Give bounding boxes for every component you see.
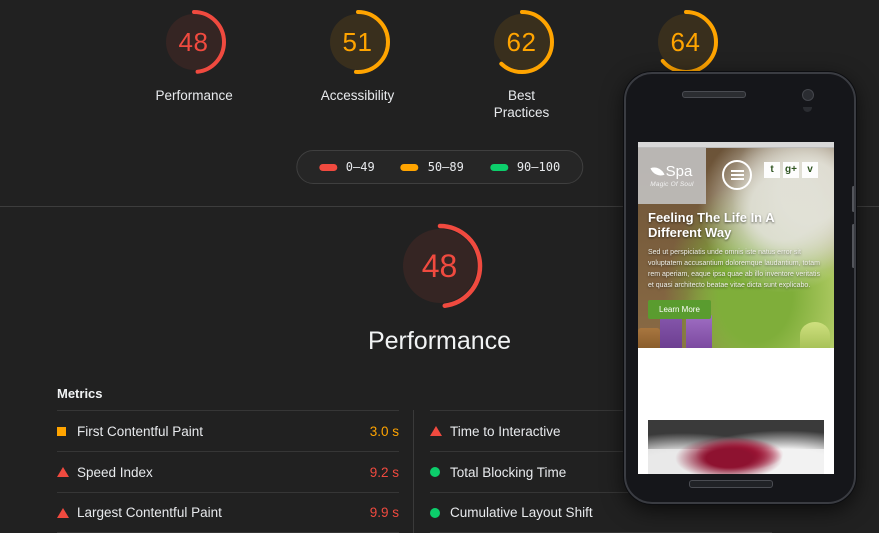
google-plus-icon[interactable]: g+	[783, 162, 799, 178]
site-logo[interactable]: Spa Magic Of Soul	[638, 148, 706, 204]
metric-name: Cumulative Layout Shift	[450, 505, 593, 520]
gauge-value-seo: 64	[670, 26, 701, 57]
mobile-preview-device: Spa Magic Of Soul t g+ v Feeling The Lif…	[624, 72, 856, 504]
gauge-label-performance: Performance	[155, 88, 233, 103]
legend-label-average: 50–89	[427, 160, 464, 174]
learn-more-button[interactable]: Learn More	[648, 300, 711, 319]
metric-row[interactable]: Speed Index 9.2 s	[57, 451, 399, 492]
category-title: Performance	[367, 327, 512, 355]
square-warning-icon	[57, 426, 77, 436]
score-gauge-performance[interactable]: 48 Performance	[129, 6, 259, 121]
phone-power-button[interactable]	[852, 224, 854, 268]
hero-decor-candle-2	[686, 314, 712, 348]
site-hero-section: Spa Magic Of Soul t g+ v Feeling The Lif…	[638, 148, 834, 348]
score-gauge-best-practices[interactable]: 62 Best Practices	[457, 6, 587, 121]
gauge-ring-performance: 48	[158, 6, 230, 78]
metric-value: 9.2 s	[369, 464, 399, 480]
phone-screen[interactable]: Spa Magic Of Soul t g+ v Feeling The Lif…	[638, 142, 834, 474]
gauge-value-best-practices: 62	[506, 26, 537, 57]
metric-name: Largest Contentful Paint	[77, 505, 222, 520]
site-hero-text: Feeling The Life In A Different Way Sed …	[638, 206, 834, 319]
gauge-ring-accessibility: 51	[322, 6, 394, 78]
gauge-label-accessibility: Accessibility	[320, 88, 395, 103]
circle-pass-icon	[430, 467, 450, 477]
phone-speaker-icon	[682, 91, 746, 98]
legend-item-average: 50–89	[400, 160, 464, 174]
site-hero-heading: Feeling The Life In A Different Way	[648, 210, 775, 240]
metrics-column-left: First Contentful Paint 3.0 s Speed Index…	[57, 410, 414, 533]
gauge-label-best-practices: Best Practices	[493, 88, 550, 120]
category-gauge-ring: 48	[393, 219, 487, 313]
metric-name: Speed Index	[77, 464, 153, 480]
site-logo-main: Spa	[650, 163, 693, 180]
site-social-links: t g+ v	[764, 162, 818, 178]
metric-name: First Contentful Paint	[77, 423, 204, 439]
legend-label-fail: 0–49	[345, 160, 375, 174]
score-legend: 0–49 50–89 90–100	[295, 150, 584, 184]
hamburger-menu-icon[interactable]	[722, 160, 752, 190]
site-hero-paragraph: Sed ut perspiciatis unde omnis iste natu…	[648, 249, 820, 289]
score-gauge-accessibility[interactable]: 51 Accessibility	[293, 6, 423, 121]
phone-volume-button[interactable]	[852, 186, 854, 212]
phone-sensor-icon	[803, 107, 812, 112]
triangle-error-icon	[57, 507, 77, 518]
gauge-ring-seo: 64	[650, 6, 722, 78]
site-logo-tagline: Magic Of Soul	[650, 181, 694, 188]
site-content-image	[648, 420, 824, 474]
leaf-icon	[650, 164, 665, 179]
legend-swatch-average	[400, 163, 419, 171]
metric-row[interactable]: First Contentful Paint 3.0 s	[57, 410, 399, 451]
legend-swatch-fail	[318, 163, 337, 171]
phone-camera-icon	[802, 89, 814, 101]
gauge-value-accessibility: 51	[342, 26, 373, 57]
legend-item-fail: 0–49	[318, 160, 375, 174]
site-content-gap	[638, 348, 834, 420]
category-score-value: 48	[421, 247, 458, 284]
vimeo-icon[interactable]: v	[802, 162, 818, 178]
metric-value: 9.9 s	[369, 505, 399, 520]
site-header: Spa Magic Of Soul t g+ v	[638, 148, 834, 206]
triangle-error-icon	[430, 426, 450, 436]
hero-decor-wood	[638, 328, 660, 348]
twitter-icon[interactable]: t	[764, 162, 780, 178]
site-logo-title: Spa	[665, 163, 693, 180]
gauge-value-performance: 48	[178, 26, 209, 57]
phone-home-button[interactable]	[689, 480, 773, 488]
gauge-ring-best-practices: 62	[486, 6, 558, 78]
triangle-error-icon	[57, 467, 77, 477]
legend-label-pass: 90–100	[516, 160, 561, 174]
metric-value: 3.0 s	[369, 423, 399, 439]
metric-row[interactable]: Largest Contentful Paint 9.9 s	[57, 492, 399, 533]
legend-item-pass: 90–100	[489, 160, 561, 174]
circle-pass-icon	[430, 507, 450, 518]
hero-decor-fruit	[800, 322, 830, 348]
legend-swatch-pass	[489, 163, 508, 171]
